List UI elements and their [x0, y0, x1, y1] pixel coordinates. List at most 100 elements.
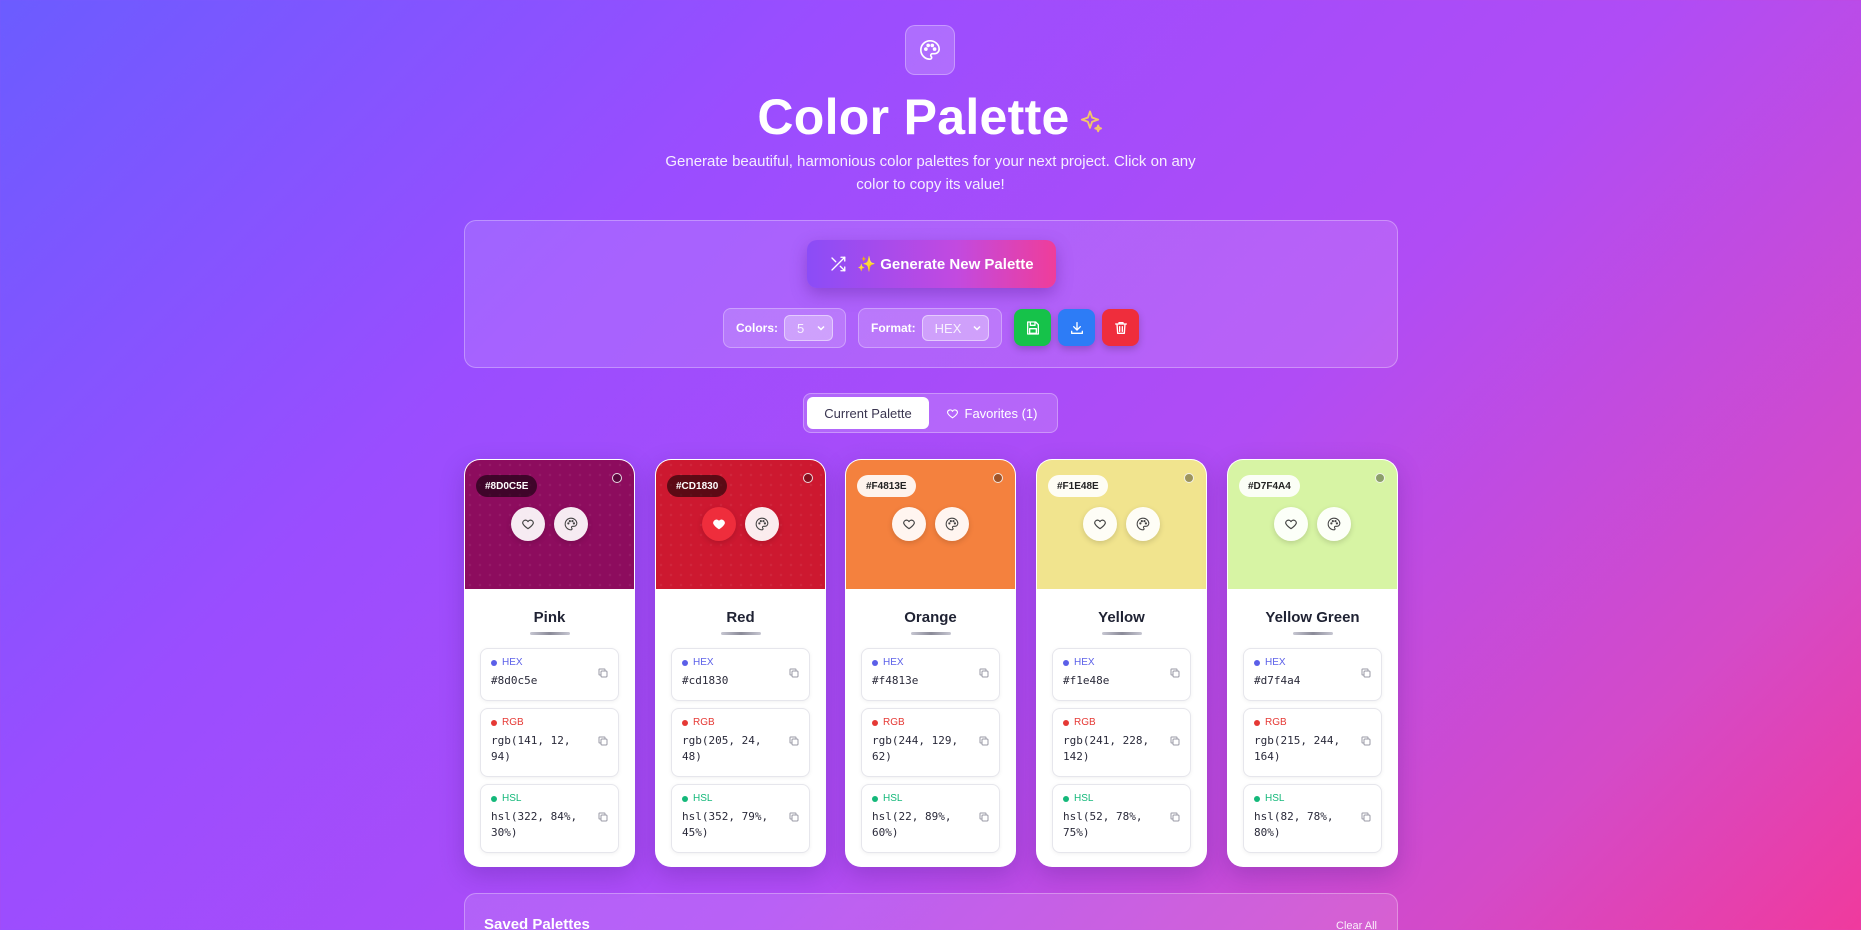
copy-icon — [598, 668, 608, 677]
saved-palettes-title: Saved Palettes — [484, 916, 590, 930]
hex-dot — [1254, 659, 1260, 666]
favorite-button[interactable] — [511, 507, 545, 541]
color-card[interactable]: #F1E48E Yellow HEX #f1e48e RGB rgb(241, … — [1036, 459, 1207, 867]
name-underline — [1101, 632, 1142, 635]
color-name: Yellow — [1098, 609, 1145, 626]
hsl-value-box[interactable]: HSL hsl(52, 78%, 75%) — [1052, 784, 1191, 853]
color-swatch[interactable]: #F4813E — [846, 460, 1015, 589]
lock-indicator[interactable] — [1184, 473, 1194, 483]
colors-count-select[interactable]: 5 — [784, 315, 833, 341]
copy-hsl-button[interactable] — [1360, 810, 1372, 828]
rgb-value-box[interactable]: RGB rgb(215, 244, 164) — [1243, 708, 1382, 777]
color-name: Pink — [533, 609, 566, 626]
rgb-dot — [491, 719, 497, 726]
hex-label: HEX — [502, 657, 523, 668]
copy-hsl-button[interactable] — [788, 810, 800, 828]
copy-hex-button[interactable] — [597, 666, 609, 684]
rgb-dot — [872, 719, 878, 726]
heart-icon — [1285, 519, 1297, 530]
hsl-value-box[interactable]: HSL hsl(82, 78%, 80%) — [1243, 784, 1382, 853]
copy-hex-button[interactable] — [978, 666, 990, 684]
save-icon — [1026, 320, 1039, 335]
rgb-value-box[interactable]: RGB rgb(205, 24, 48) — [671, 708, 810, 777]
favorite-button[interactable] — [1083, 507, 1117, 541]
hsl-value-box[interactable]: HSL hsl(322, 84%, 30%) — [480, 784, 619, 853]
color-name: Red — [726, 609, 755, 626]
copy-icon — [598, 812, 608, 821]
format-label: Format: — [871, 321, 916, 335]
hex-value-box[interactable]: HEX #cd1830 — [671, 648, 810, 701]
color-card[interactable]: #D7F4A4 Yellow Green HEX #d7f4a4 RGB rgb… — [1227, 459, 1398, 867]
copy-rgb-button[interactable] — [597, 734, 609, 752]
color-picker-button[interactable] — [1317, 507, 1351, 541]
lock-indicator[interactable] — [1375, 473, 1385, 483]
hex-label: HEX — [1265, 657, 1286, 668]
copy-rgb-button[interactable] — [978, 734, 990, 752]
copy-hsl-button[interactable] — [1169, 810, 1181, 828]
favorite-button[interactable] — [702, 507, 736, 541]
generate-palette-button[interactable]: ✨ Generate New Palette — [807, 240, 1056, 288]
hex-badge: #CD1830 — [667, 475, 728, 497]
copy-hex-button[interactable] — [1169, 666, 1181, 684]
rgb-value-box[interactable]: RGB rgb(241, 228, 142) — [1052, 708, 1191, 777]
color-picker-button[interactable] — [554, 507, 588, 541]
color-swatch[interactable]: #CD1830 — [656, 460, 825, 589]
hex-value-box[interactable]: HEX #8d0c5e — [480, 648, 619, 701]
delete-palette-button[interactable] — [1102, 309, 1139, 346]
color-picker-button[interactable] — [1126, 507, 1160, 541]
copy-rgb-button[interactable] — [788, 734, 800, 752]
hsl-value-box[interactable]: HSL hsl(22, 89%, 60%) — [861, 784, 1000, 853]
color-picker-button[interactable] — [935, 507, 969, 541]
hsl-value-box[interactable]: HSL hsl(352, 79%, 45%) — [671, 784, 810, 853]
color-card[interactable]: #F4813E Orange HEX #f4813e RGB rgb(244, … — [845, 459, 1016, 867]
copy-rgb-button[interactable] — [1360, 734, 1372, 752]
color-card[interactable]: #CD1830 Red HEX #cd1830 RGB rgb(205, 24,… — [655, 459, 826, 867]
lock-indicator[interactable] — [993, 473, 1003, 483]
color-swatch[interactable]: #D7F4A4 — [1228, 460, 1397, 589]
copy-hsl-button[interactable] — [978, 810, 990, 828]
hex-badge: #F4813E — [857, 475, 916, 497]
copy-icon — [1170, 668, 1180, 677]
hsl-label: HSL — [1265, 793, 1285, 804]
hex-value-box[interactable]: HEX #d7f4a4 — [1243, 648, 1382, 701]
clear-all-button[interactable]: Clear All — [1330, 918, 1383, 930]
copy-rgb-button[interactable] — [1169, 734, 1181, 752]
hex-value-box[interactable]: HEX #f1e48e — [1052, 648, 1191, 701]
color-card[interactable]: #8D0C5E Pink HEX #8d0c5e RGB rgb(141, 12… — [464, 459, 635, 867]
download-palette-button[interactable] — [1058, 309, 1095, 346]
palette-icon — [920, 40, 940, 60]
hsl-value: hsl(352, 79%, 45%) — [682, 810, 769, 839]
hex-dot — [491, 659, 497, 666]
tab-current-palette[interactable]: Current Palette — [807, 397, 929, 429]
hsl-value: hsl(52, 78%, 75%) — [1063, 810, 1143, 839]
page-title: Color Palette — [757, 89, 1070, 145]
copy-icon — [1170, 812, 1180, 821]
name-underline — [720, 632, 761, 635]
copy-hex-button[interactable] — [1360, 666, 1372, 684]
copy-hex-button[interactable] — [788, 666, 800, 684]
colors-count-value: 5 — [797, 320, 805, 336]
lock-indicator[interactable] — [803, 473, 813, 483]
color-swatch[interactable]: #8D0C5E — [465, 460, 634, 589]
hex-value-box[interactable]: HEX #f4813e — [861, 648, 1000, 701]
hex-value: #d7f4a4 — [1254, 674, 1301, 687]
rgb-value-box[interactable]: RGB rgb(141, 12, 94) — [480, 708, 619, 777]
color-picker-button[interactable] — [745, 507, 779, 541]
rgb-label: RGB — [693, 717, 715, 728]
copy-hsl-button[interactable] — [597, 810, 609, 828]
color-swatch[interactable]: #F1E48E — [1037, 460, 1206, 589]
rgb-value: rgb(215, 244, 164) — [1254, 734, 1341, 763]
rgb-value-box[interactable]: RGB rgb(244, 129, 62) — [861, 708, 1000, 777]
format-select[interactable]: HEX — [921, 315, 989, 341]
lock-indicator[interactable] — [612, 473, 622, 483]
hsl-dot — [872, 795, 878, 802]
hsl-dot — [491, 795, 497, 802]
favorite-button[interactable] — [892, 507, 926, 541]
chevron-down-icon — [973, 325, 981, 331]
hex-label: HEX — [883, 657, 904, 668]
favorite-button[interactable] — [1274, 507, 1308, 541]
trash-icon — [1114, 321, 1127, 334]
tab-favorites[interactable]: Favorites (1) — [929, 397, 1054, 429]
save-palette-button[interactable] — [1014, 309, 1051, 346]
color-name: Yellow Green — [1265, 609, 1360, 626]
